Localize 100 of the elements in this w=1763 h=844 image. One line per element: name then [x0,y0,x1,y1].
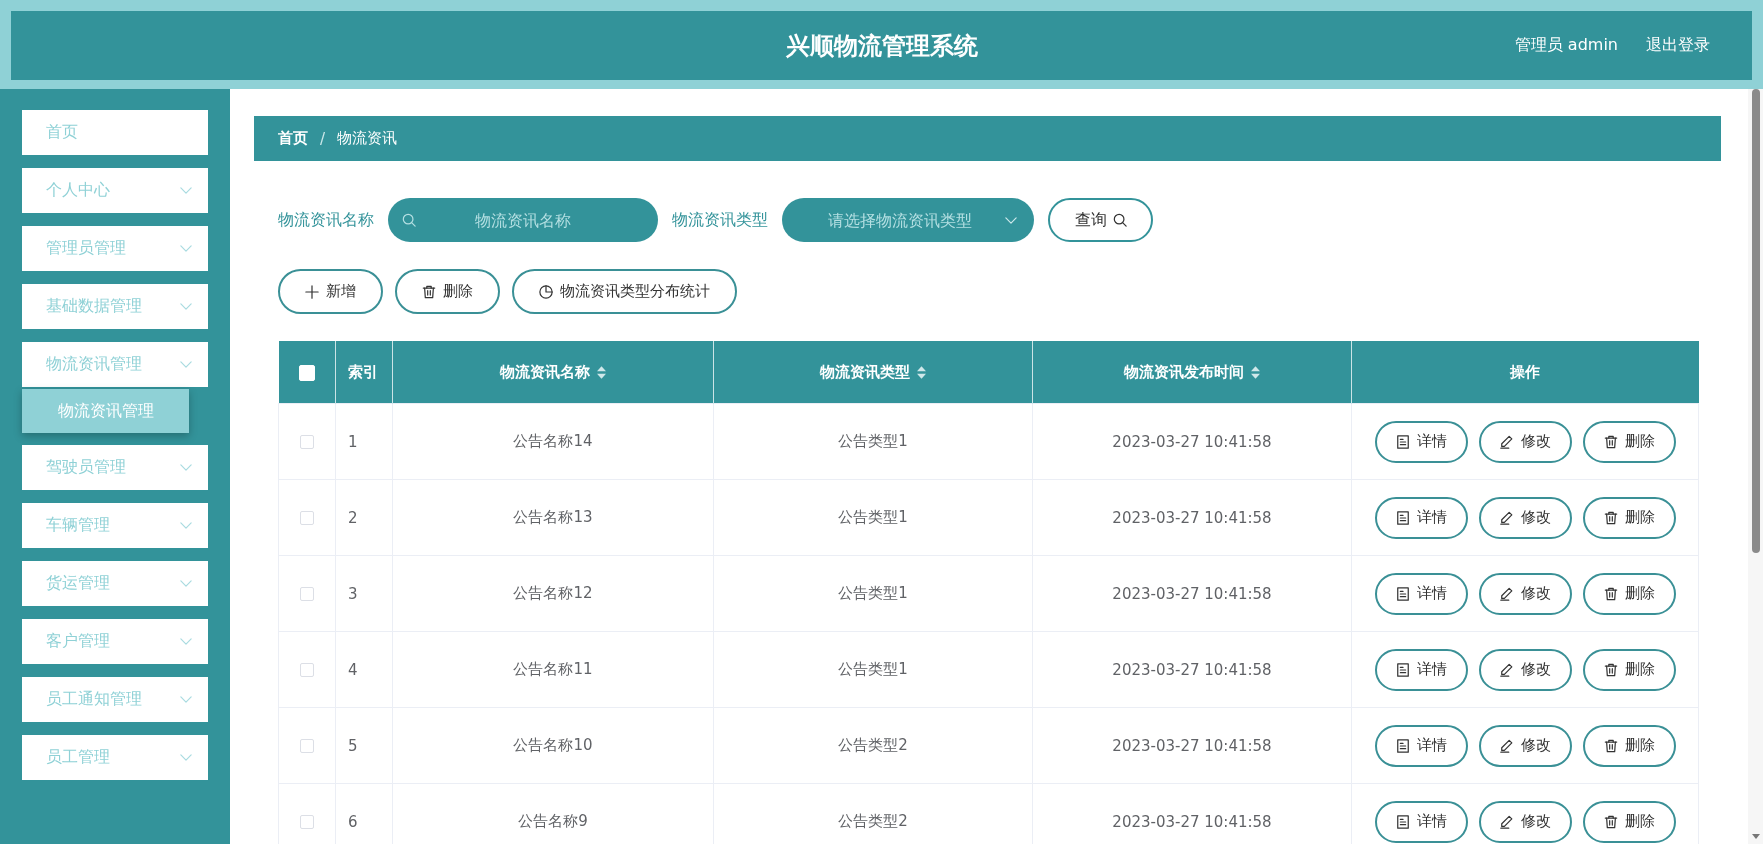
table-cell: 公告类型1 [713,479,1033,556]
chevron-down-icon [180,580,192,587]
table-cell: 3 [335,555,393,632]
scroll-down-arrow-icon[interactable] [1751,834,1760,839]
user-name: 管理员 admin [1514,35,1618,56]
select-all-checkbox[interactable] [298,364,315,381]
delete-button[interactable]: 删除 [1582,648,1676,691]
table-cell: 2023-03-27 10:41:58 [1032,479,1352,556]
chevron-down-icon [1005,217,1017,224]
trash-icon [1603,510,1618,525]
delete-button[interactable]: 删除 [1582,496,1676,539]
pencil-icon [1499,510,1514,525]
chevron-down-icon [180,245,192,252]
chevron-down-icon [180,464,192,471]
chevron-down-icon [180,522,192,529]
column-header: 操作 [1351,341,1699,404]
table-cell: 2 [335,479,393,556]
details-button[interactable]: 详情 [1374,800,1468,843]
row-checkbox[interactable] [300,739,314,753]
column-header[interactable]: 物流资讯名称 [392,341,714,404]
details-button[interactable]: 详情 [1374,496,1468,539]
document-icon [1395,662,1410,677]
table-cell: 公告类型1 [713,403,1033,480]
table-cell: 公告名称12 [392,555,714,632]
table-cell: 2023-03-27 10:41:58 [1032,631,1352,708]
pencil-icon [1499,738,1514,753]
sort-icon [597,365,606,379]
pie-chart-icon [539,284,553,299]
add-button[interactable]: 新增 [278,269,383,314]
column-header[interactable]: 物流资讯类型 [713,341,1033,404]
delete-button[interactable]: 删除 [1582,420,1676,463]
column-header: 索引 [335,341,393,404]
filter-label: 物流资讯类型 [672,209,768,231]
table-cell: 2023-03-27 10:41:58 [1032,707,1352,784]
table-cell: 公告类型1 [713,631,1033,708]
column-header[interactable]: 物流资讯发布时间 [1032,341,1352,404]
trash-icon [1603,434,1618,449]
search-field[interactable]: 物流资讯名称 [388,198,658,242]
app-title: 兴顺物流管理系统 [785,30,978,62]
delete-button[interactable]: 删除 [1582,800,1676,843]
chevron-down-icon [180,187,192,194]
breadcrumb-separator: / [320,129,326,148]
filter-label: 物流资讯名称 [278,209,374,231]
pencil-icon [1499,434,1514,449]
row-checkbox[interactable] [300,815,314,829]
trash-icon [1603,662,1618,677]
edit-button[interactable]: 修改 [1478,648,1572,691]
document-icon [1395,586,1410,601]
edit-button[interactable]: 修改 [1478,496,1572,539]
pencil-icon [1499,586,1514,601]
statistics-button[interactable]: 物流资讯类型分布统计 [512,269,737,314]
sort-icon [1251,365,1260,379]
delete-button[interactable]: 删除 [395,269,500,314]
trash-icon [1603,738,1618,753]
table-cell: 公告名称10 [392,707,714,784]
details-button[interactable]: 详情 [1374,420,1468,463]
edit-button[interactable]: 修改 [1478,800,1572,843]
search-icon [1112,213,1127,227]
edit-button[interactable]: 修改 [1478,420,1572,463]
table-cell: 5 [335,707,393,784]
search-icon [402,213,416,227]
chevron-down-icon [180,696,192,703]
document-icon [1395,738,1410,753]
trash-icon [422,284,436,299]
query-button[interactable]: 查询 [1048,198,1153,242]
row-checkbox[interactable] [300,587,314,601]
details-button[interactable]: 详情 [1374,572,1468,615]
scrollbar-thumb[interactable] [1751,89,1760,553]
row-checkbox[interactable] [300,663,314,677]
table-cell: 公告名称14 [392,403,714,480]
document-icon [1395,814,1410,829]
row-checkbox[interactable] [300,511,314,525]
trash-icon [1603,814,1618,829]
trash-icon [1603,586,1618,601]
delete-button[interactable]: 删除 [1582,572,1676,615]
logout-link[interactable]: 退出登录 [1646,35,1710,56]
table-cell: 1 [335,403,393,480]
edit-button[interactable]: 修改 [1478,572,1572,615]
chevron-down-icon [180,361,192,368]
pencil-icon [1499,662,1514,677]
details-button[interactable]: 详情 [1374,648,1468,691]
sort-icon [917,365,926,379]
table-cell: 公告名称11 [392,631,714,708]
table-cell: 2023-03-27 10:41:58 [1032,403,1352,480]
edit-button[interactable]: 修改 [1478,724,1572,767]
chevron-down-icon [180,638,192,645]
type-select[interactable]: 请选择物流资讯类型 [782,198,1034,242]
pencil-icon [1499,814,1514,829]
document-icon [1395,510,1410,525]
row-checkbox[interactable] [300,435,314,449]
table-cell: 2023-03-27 10:41:58 [1032,555,1352,632]
breadcrumb-link[interactable]: 首页 [278,129,308,148]
delete-button[interactable]: 删除 [1582,724,1676,767]
plus-icon [305,284,319,299]
table-cell: 4 [335,631,393,708]
document-icon [1395,434,1410,449]
table-cell: 公告类型2 [713,707,1033,784]
details-button[interactable]: 详情 [1374,724,1468,767]
table-cell: 公告名称13 [392,479,714,556]
chevron-down-icon [180,754,192,761]
